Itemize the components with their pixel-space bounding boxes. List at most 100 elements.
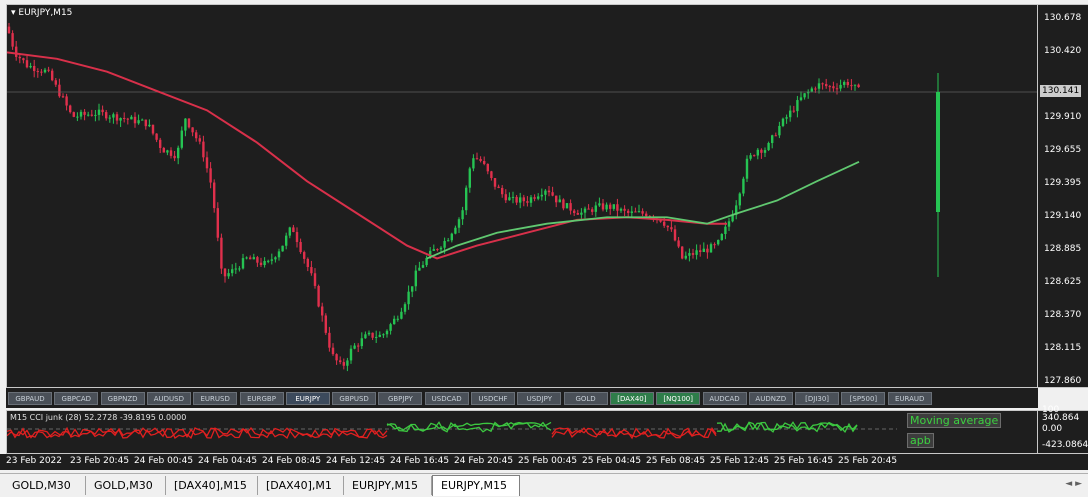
- candle-body: [227, 273, 230, 277]
- candle-body: [475, 158, 479, 160]
- candle-body: [177, 147, 180, 159]
- candle-body: [306, 258, 309, 268]
- candle-body: [713, 244, 716, 246]
- candle-body: [213, 182, 216, 209]
- candle-body: [252, 257, 255, 260]
- candle-body: [627, 210, 630, 213]
- time-axis-label: 24 Feb 20:45: [454, 456, 514, 466]
- candle-body: [389, 324, 392, 331]
- candle-body: [277, 251, 281, 258]
- candle-body: [241, 258, 245, 269]
- candle-body: [663, 221, 666, 226]
- candle-body: [439, 247, 443, 250]
- projection-bar-body: [936, 92, 940, 212]
- tab-scroll-arrows[interactable]: ◄ ►: [1065, 479, 1082, 489]
- symbol-button[interactable]: GBPJPY: [378, 392, 423, 405]
- candle-body: [497, 186, 500, 188]
- time-axis-label: 25 Feb 08:45: [646, 456, 706, 466]
- candle-body: [720, 233, 723, 241]
- indicator-axis-zero: 0.00: [1042, 424, 1063, 434]
- time-axis-label: 25 Feb 04:45: [582, 456, 642, 466]
- symbol-button[interactable]: AUDCAD: [702, 392, 747, 405]
- candle-body: [803, 93, 806, 98]
- price-axis-label: 129.655: [1044, 145, 1082, 155]
- candle-body: [180, 130, 183, 148]
- symbol-button[interactable]: EURUSD: [193, 392, 238, 405]
- chart-tab[interactable]: GOLD,M30: [86, 476, 166, 495]
- chart-tab[interactable]: EURJPY,M15: [432, 475, 520, 496]
- chart-tab[interactable]: [DAX40],M1: [258, 476, 344, 495]
- candle-body: [598, 203, 601, 206]
- chart-tab[interactable]: GOLD,M30: [4, 476, 86, 495]
- indicator-pane[interactable]: M15 CCI junk (28) 52.2728 -39.8195 0.000…: [6, 410, 1038, 454]
- candle-body: [403, 304, 407, 312]
- price-chart[interactable]: [7, 5, 1037, 387]
- chart-menu-icon[interactable]: ▾: [11, 8, 16, 18]
- time-axis: 23 Feb 2022 23 Feb 20:45 24 Feb 00:45 24 Fe…: [0, 454, 1088, 470]
- candle-body: [375, 336, 378, 338]
- price-axis-label: 128.625: [1044, 277, 1082, 287]
- time-axis-label: 24 Feb 04:45: [198, 456, 258, 466]
- symbol-button[interactable]: GBPNZD: [100, 392, 145, 405]
- symbol-button[interactable]: [DAX40]: [609, 392, 654, 405]
- symbol-button[interactable]: USDCHF: [471, 392, 515, 405]
- candle-body: [299, 242, 302, 253]
- candle-body: [267, 260, 270, 262]
- symbol-button[interactable]: [NQ100]: [656, 392, 701, 405]
- main-chart-pane[interactable]: ▾ EURJPY,M15: [6, 4, 1038, 388]
- apb-button[interactable]: apb: [907, 433, 934, 448]
- chart-tab[interactable]: EURJPY,M15: [344, 476, 432, 495]
- symbol-button[interactable]: AUDUSD: [146, 392, 191, 405]
- symbol-button[interactable]: GBPAUD: [8, 392, 52, 405]
- candle-body: [781, 118, 785, 126]
- symbol-button[interactable]: AUDNZD: [748, 392, 793, 405]
- candle-body: [843, 82, 846, 85]
- candle-body: [151, 124, 155, 134]
- candle-body: [558, 199, 561, 203]
- moving-average-button[interactable]: Moving average: [907, 413, 1002, 428]
- candle-body: [378, 334, 381, 337]
- price-axis-label: 128.370: [1044, 310, 1082, 320]
- candle-body: [87, 114, 90, 116]
- candle-body: [753, 155, 756, 157]
- symbol-button[interactable]: GBPCAD: [54, 392, 99, 405]
- candle-body: [205, 157, 209, 169]
- symbol-button-bar: GBPAUD GBPCAD GBPNZD AUDUSD EURUSD EURGBP EURJ…: [6, 388, 1038, 408]
- symbol-button[interactable]: [DJI30]: [795, 392, 840, 405]
- candle-body: [187, 118, 191, 128]
- price-axis[interactable]: 130.678 130.420 129.910 129.655 129.395 129.1…: [1038, 4, 1088, 388]
- candle-body: [313, 273, 317, 286]
- symbol-button[interactable]: GBPUSD: [332, 392, 377, 405]
- price-axis-label: 130.420: [1044, 46, 1082, 56]
- price-axis-label: 130.678: [1044, 13, 1082, 23]
- candle-body: [645, 213, 648, 217]
- candle-body: [303, 252, 306, 259]
- candle-body: [479, 158, 482, 161]
- candle-body: [468, 168, 471, 188]
- candle-body: [483, 160, 486, 164]
- candle-body: [695, 250, 698, 255]
- candle-body: [857, 84, 860, 88]
- candle-body: [317, 285, 320, 307]
- candle-body: [526, 201, 529, 203]
- candle-body: [130, 116, 133, 120]
- candle-body: [58, 84, 61, 97]
- symbol-button[interactable]: USDCAD: [424, 392, 469, 405]
- symbol-button[interactable]: [SP500]: [841, 392, 886, 405]
- candle-body: [36, 71, 39, 73]
- symbol-button[interactable]: GOLD: [563, 392, 608, 405]
- candle-body: [22, 58, 25, 61]
- symbol-button[interactable]: EURJPY: [285, 392, 330, 405]
- candle-body: [234, 268, 237, 270]
- candle-body: [231, 269, 234, 274]
- symbol-button[interactable]: EURAUD: [887, 392, 932, 405]
- candle-body: [407, 291, 410, 305]
- symbol-button[interactable]: USDJPY: [517, 392, 562, 405]
- candle-body: [447, 240, 450, 242]
- candle-body: [209, 168, 212, 183]
- candle-body: [144, 119, 147, 127]
- symbol-button[interactable]: EURGBP: [239, 392, 284, 405]
- candle-body: [821, 83, 824, 85]
- candle-body: [155, 133, 158, 140]
- chart-tab[interactable]: [DAX40],M15: [166, 476, 258, 495]
